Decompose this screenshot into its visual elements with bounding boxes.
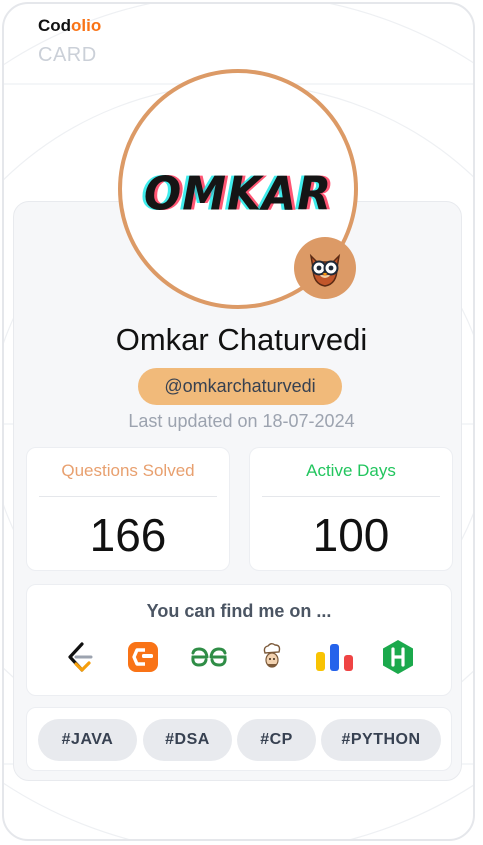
tags-section: #JAVA #DSA #CP #PYTHON <box>26 707 452 771</box>
interviewbit-icon[interactable] <box>313 640 357 674</box>
codechef-icon[interactable] <box>255 640 289 674</box>
profile-handle[interactable]: @omkarchaturvedi <box>138 368 342 405</box>
stat-value: 166 <box>89 509 167 561</box>
brand-name-part2: olio <box>71 16 102 35</box>
brand-name-part1: Cod <box>38 16 72 35</box>
stat-label: Questions Solved <box>61 461 195 480</box>
profile-name: Omkar Chaturvedi <box>115 322 368 357</box>
stat-divider <box>262 496 440 497</box>
stat-value: 100 <box>312 509 390 561</box>
platforms-title: You can find me on ... <box>146 601 332 621</box>
tag-java[interactable]: #JAVA <box>38 719 137 761</box>
brand-logo[interactable]: Codolio <box>38 16 101 36</box>
brand-subtitle: CARD <box>38 44 97 66</box>
geeksforgeeks-icon[interactable] <box>188 640 230 674</box>
last-updated-text: Last updated on 18-07-2024 <box>128 411 355 431</box>
owl-badge <box>294 237 356 299</box>
avatar-text: OMKAR <box>143 167 333 222</box>
leetcode-icon[interactable] <box>62 640 96 674</box>
stat-divider <box>39 496 217 497</box>
codestudio-icon[interactable] <box>126 640 160 674</box>
platforms-section: You can find me on ... <box>26 584 452 696</box>
stat-label: Active Days <box>306 461 396 480</box>
hackerrank-icon[interactable] <box>379 638 417 676</box>
tag-cp[interactable]: #CP <box>237 719 316 761</box>
stat-questions-solved: Questions Solved 166 <box>26 447 230 571</box>
stat-active-days: Active Days 100 <box>249 447 453 571</box>
owl-icon <box>309 253 341 287</box>
tag-dsa[interactable]: #DSA <box>143 719 232 761</box>
tag-python[interactable]: #PYTHON <box>321 719 441 761</box>
